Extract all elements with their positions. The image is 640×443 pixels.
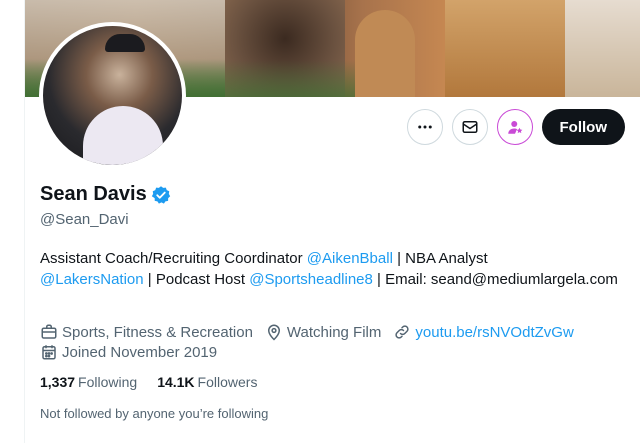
message-button[interactable] <box>451 109 488 145</box>
person-star-icon <box>507 121 522 134</box>
following-value: 1,337 <box>40 374 76 390</box>
followers-count[interactable]: 14.1K Followers <box>157 374 257 390</box>
followers-label: Followers <box>197 374 258 390</box>
bio: Assistant Coach/Recruiting Coordinator @… <box>40 248 620 290</box>
bio-text: | Email: seand@mediumlargela.com <box>372 271 618 288</box>
category-item: Sports, Fitness & Recreation <box>40 323 253 341</box>
joined-item: Joined November 2019 <box>40 343 217 361</box>
name-row: Sean Davis <box>40 183 171 206</box>
link-icon <box>395 325 410 339</box>
subscribe-button[interactable] <box>496 109 533 145</box>
category-label: Sports, Fitness & Recreation <box>62 323 253 341</box>
banner-region <box>565 0 640 97</box>
mention-link[interactable]: @LakersNation <box>40 271 144 288</box>
followers-value: 14.1K <box>157 374 195 390</box>
envelope-icon <box>462 121 477 133</box>
website-item[interactable]: youtu.be/rsNVOdtZvGw <box>393 323 574 341</box>
bio-text: Assistant Coach/Recruiting Coordinator <box>40 250 307 267</box>
location-pin-icon <box>267 324 280 341</box>
mention-link[interactable]: @AikenBball <box>307 250 393 267</box>
bio-text: | Podcast Host <box>143 271 250 288</box>
calendar-icon <box>42 345 56 360</box>
following-count[interactable]: 1,337 Following <box>40 374 137 390</box>
briefcase-icon <box>41 324 57 339</box>
verified-badge-icon[interactable] <box>151 185 171 205</box>
profile-meta: Sports, Fitness & Recreation Watching Fi… <box>40 323 586 341</box>
banner-region <box>445 0 565 97</box>
follow-button[interactable]: Follow <box>541 109 625 145</box>
avatar-detail <box>105 34 145 52</box>
more-button[interactable] <box>406 109 443 145</box>
mention-link[interactable]: @Sportsheadline8 <box>249 271 373 288</box>
handle: @Sean_Davi <box>40 211 129 228</box>
bio-text: | NBA Analyst <box>392 250 488 267</box>
location-item: Watching Film <box>265 323 381 341</box>
profile-meta-joined: Joined November 2019 <box>40 343 229 361</box>
following-label: Following <box>78 374 138 390</box>
joined-label: Joined November 2019 <box>62 343 218 361</box>
more-icon <box>417 125 432 129</box>
followed-by-note: Not followed by anyone you’re following <box>40 406 269 421</box>
follow-counts: 1,337 Following 14.1K Followers <box>40 374 277 390</box>
display-name: Sean Davis <box>40 183 147 205</box>
avatar-detail <box>83 106 163 165</box>
location-label: Watching Film <box>286 323 382 341</box>
banner-region <box>355 10 415 97</box>
profile-actions: Follow <box>398 109 625 145</box>
website-link[interactable]: youtu.be/rsNVOdtZvGw <box>415 324 573 341</box>
avatar[interactable] <box>39 22 186 169</box>
